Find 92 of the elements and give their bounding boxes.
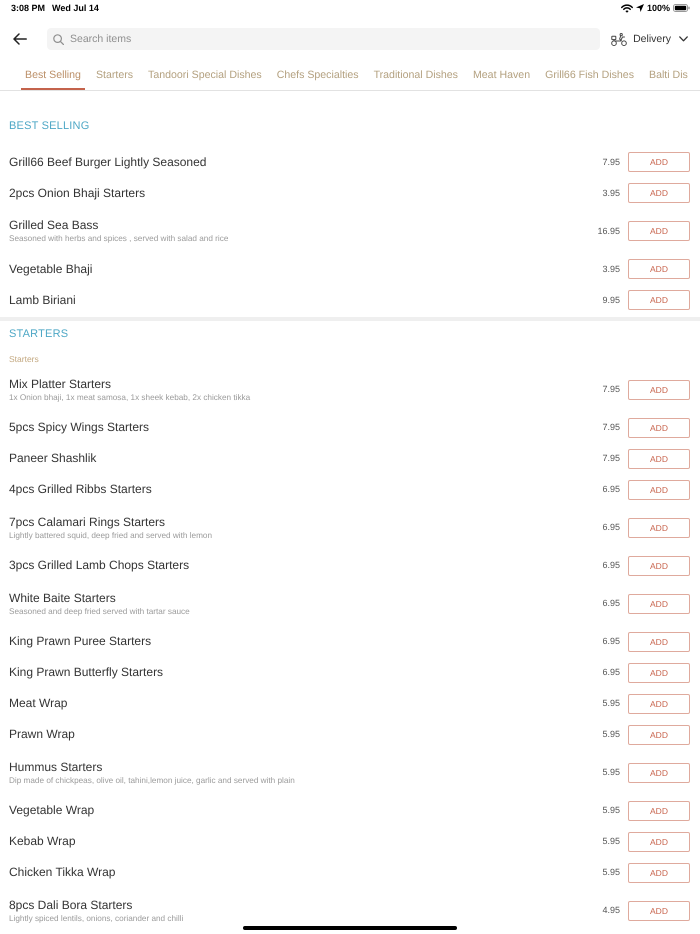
category-tab[interactable]: Traditional Dishes [370, 62, 462, 90]
item-name: King Prawn Puree Starters [9, 634, 152, 649]
section-title: STARTERS [9, 326, 68, 340]
item-name: Grill66 Beef Burger Lightly Seasoned [9, 154, 206, 170]
add-button[interactable]: ADD [628, 694, 690, 714]
item-name: Meat Wrap [9, 696, 68, 711]
battery-percentage: 100% [646, 2, 670, 14]
status-time: 3:08 PM [11, 2, 46, 14]
item-price: 5.95 [602, 805, 620, 816]
item-price: 6.95 [602, 598, 620, 609]
category-tab[interactable]: Best Selling [21, 62, 85, 90]
item-name: Vegetable Wrap [9, 803, 94, 818]
add-button[interactable]: ADD [628, 662, 690, 682]
item-description: 1x Onion bhaji, 1x meat samosa, 1x sheek kebab, 2x chicken tikka [9, 392, 250, 402]
item-name: Lamb Biriani [9, 292, 76, 308]
item-price: 7.95 [602, 422, 620, 433]
item-name: White Baite Starters [9, 590, 116, 606]
item-name: Prawn Wrap [9, 727, 75, 742]
item-price: 3.95 [602, 188, 620, 198]
battery-icon [673, 4, 690, 12]
item-name: Chicken Tikka Wrap [9, 865, 116, 880]
item-price: 5.95 [602, 836, 620, 847]
search-field[interactable]: Search items [47, 28, 600, 50]
item-price: 7.95 [602, 453, 620, 464]
item-price: 5.95 [602, 729, 620, 740]
add-button[interactable]: ADD [628, 183, 690, 203]
add-button[interactable]: ADD [628, 556, 690, 576]
wifi-icon [620, 4, 633, 12]
add-button[interactable]: ADD [628, 290, 690, 310]
item-price: 7.95 [602, 384, 620, 395]
scooter-icon [611, 32, 628, 46]
add-button[interactable]: ADD [628, 594, 690, 614]
item-name: 3pcs Grilled Lamb Chops Starters [9, 558, 190, 573]
item-name: Grilled Sea Bass [9, 218, 98, 233]
add-button[interactable]: ADD [628, 380, 690, 400]
item-description: Dip made of chickpeas, olive oil, tahini,lemon juice, garlic and served with plain [9, 776, 295, 786]
item-price: 7.95 [602, 156, 620, 168]
add-button[interactable]: ADD [628, 832, 690, 852]
item-price: 6.95 [602, 560, 620, 571]
add-button[interactable]: ADD [628, 518, 690, 538]
item-name: Vegetable Bhaji [9, 262, 92, 276]
item-price: 16.95 [597, 226, 620, 236]
add-button[interactable]: ADD [628, 632, 690, 652]
item-name: 5pcs Spicy Wings Starters [9, 420, 150, 435]
add-button[interactable]: ADD [628, 448, 690, 468]
item-price: 4.95 [602, 905, 620, 916]
add-button[interactable]: ADD [628, 762, 690, 782]
add-button[interactable]: ADD [628, 480, 690, 500]
item-price: 6.95 [602, 667, 620, 678]
item-price: 5.95 [602, 767, 620, 778]
category-tab[interactable]: Balti Dis [645, 62, 692, 90]
category-tab[interactable]: Tandoori Special Dishes [144, 62, 266, 90]
chevron-down-icon [679, 36, 688, 42]
add-button[interactable]: ADD [628, 724, 690, 744]
status-date: Wed Jul 14 [52, 2, 99, 14]
add-button[interactable]: ADD [628, 418, 690, 438]
item-name: 4pcs Grilled Ribbs Starters [9, 482, 152, 497]
item-price: 6.95 [602, 636, 620, 647]
item-name: Mix Platter Starters [9, 376, 112, 392]
category-tab[interactable]: Meat Haven [468, 62, 534, 90]
item-price: 9.95 [602, 294, 620, 306]
add-button[interactable]: ADD [628, 800, 690, 820]
item-name: 8pcs Dali Bora Starters [9, 898, 132, 912]
item-description: Seasoned with herbs and spices , served with salad and rice [9, 234, 228, 244]
delivery-dropdown[interactable]: Delivery [611, 32, 688, 46]
category-tab[interactable]: Chefs Specialties [272, 62, 363, 90]
item-name: Paneer Shashlik [9, 451, 96, 466]
item-price: 6.95 [602, 522, 620, 533]
item-description: Seasoned and deep fried served with tartar sauce [9, 606, 190, 616]
item-description: Lightly spiced lentils, onions, coriander and chilli [9, 914, 184, 924]
search-icon [53, 34, 64, 44]
item-description: Lightly battered squid, deep fried and served with lemon [9, 530, 212, 540]
item-name: Hummus Starters [9, 760, 102, 774]
section-title: BEST SELLING [9, 119, 90, 133]
category-tab[interactable]: Grill66 Fish Dishes [541, 62, 638, 90]
add-button[interactable]: ADD [628, 900, 690, 920]
add-button[interactable]: ADD [628, 862, 690, 882]
add-button[interactable]: ADD [628, 152, 690, 172]
item-name: King Prawn Butterfly Starters [9, 665, 164, 680]
item-price: 5.95 [602, 867, 620, 878]
item-price: 6.95 [602, 484, 620, 495]
add-button[interactable]: ADD [628, 259, 690, 279]
item-name: 2pcs Onion Bhaji Starters [9, 186, 146, 200]
add-button[interactable]: ADD [628, 221, 690, 241]
category-tab[interactable]: Starters [92, 62, 138, 90]
item-price: 5.95 [602, 698, 620, 709]
item-name: 7pcs Calamari Rings Starters [9, 514, 166, 530]
back-icon[interactable] [13, 33, 27, 45]
item-name: Kebab Wrap [9, 834, 76, 849]
subcategory-label: Starters [9, 354, 39, 364]
location-icon [636, 4, 644, 12]
item-price: 3.95 [602, 264, 620, 274]
